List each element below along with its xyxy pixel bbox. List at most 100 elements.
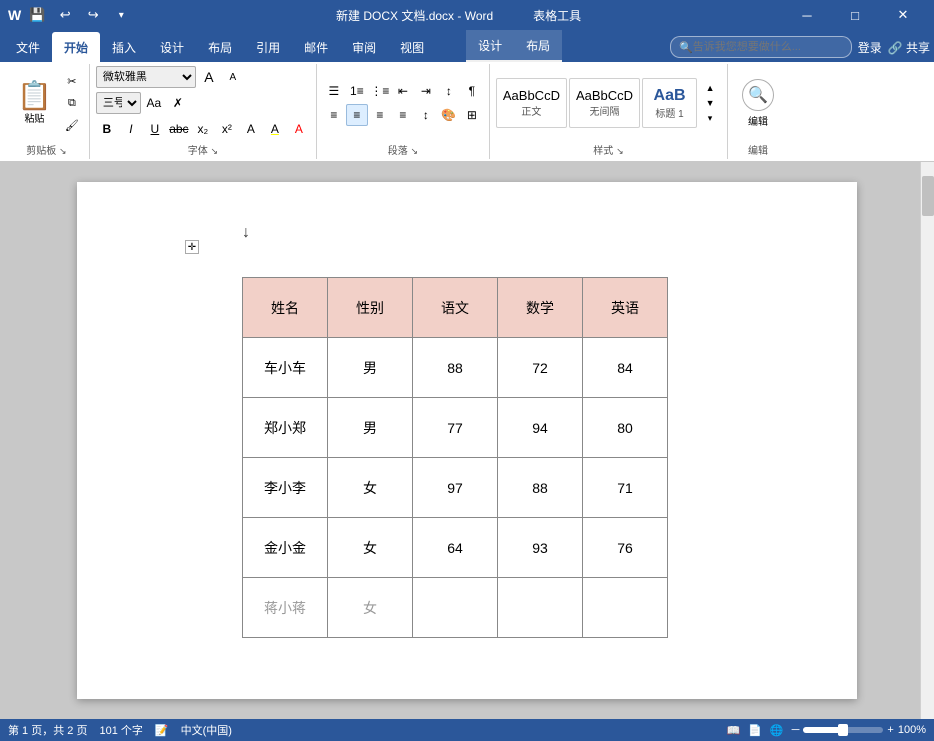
tab-home[interactable]: 开始 [52,32,100,62]
multilevel-btn[interactable]: ⋮≡ [369,80,391,102]
tab-file[interactable]: 文件 [4,32,52,62]
show-marks-btn[interactable]: ¶ [461,80,483,102]
cell-math-5[interactable] [498,578,583,638]
search-group: 🔍 编辑 [742,79,774,128]
text-effect-btn[interactable]: A [240,118,262,140]
cell-name-4[interactable]: 金小金 [243,518,328,578]
zoom-slider[interactable] [803,727,883,733]
redo-quick-btn[interactable]: ↪ [81,3,105,27]
borders-btn[interactable]: ⊞ [461,104,483,126]
subscript-button[interactable]: x₂ [192,118,214,140]
justify-btn[interactable]: ≡ [392,104,414,126]
title-bar-left: W 💾 ↩ ↪ ▾ [8,3,133,27]
table-move-handle[interactable]: ✛ [185,240,199,254]
style-heading1[interactable]: AaB 标题 1 [642,78,697,128]
copy-button[interactable]: ⧉ [61,93,83,113]
zoom-in-btn[interactable]: + [887,724,893,736]
table-header-row: 姓名 性别 语文 数学 英语 [243,278,668,338]
minimize-button[interactable]: ─ [784,0,830,30]
font-size-select[interactable]: 三号 [96,92,141,114]
numbering-btn[interactable]: 1≡ [346,80,368,102]
scrollbar-thumb[interactable] [922,176,934,216]
vertical-scrollbar[interactable] [920,162,934,719]
tab-table-layout[interactable]: 布局 [514,30,562,60]
cell-chinese-1[interactable]: 88 [413,338,498,398]
cell-gender-3[interactable]: 女 [328,458,413,518]
cell-math-3[interactable]: 88 [498,458,583,518]
tab-view[interactable]: 视图 [388,32,436,62]
strikethrough-button[interactable]: abc [168,118,190,140]
font-color-btn[interactable]: A [288,118,310,140]
cell-math-1[interactable]: 72 [498,338,583,398]
cell-gender-4[interactable]: 女 [328,518,413,578]
table-row: 蒋小蒋 女 [243,578,668,638]
save-quick-btn[interactable]: 💾 [25,3,49,27]
status-bar: 第 1 页，共 2 页 101 个字 📝 中文(中国) 📖 📄 🌐 ─ + 10… [0,719,934,741]
cell-gender-2[interactable]: 男 [328,398,413,458]
format-painter-button[interactable]: 🖌 [61,115,83,135]
styles-more-btn[interactable]: ▾ [699,111,721,126]
style-no-spacing[interactable]: AaBbCcD 无间隔 [569,78,640,128]
tab-references[interactable]: 引用 [244,32,292,62]
align-left-btn[interactable]: ≡ [323,104,345,126]
find-search-btn[interactable]: 🔍 [742,79,774,111]
cell-name-3[interactable]: 李小李 [243,458,328,518]
underline-button[interactable]: U [144,118,166,140]
share-btn[interactable]: 🔗 共享 [888,39,930,56]
cell-gender-5[interactable]: 女 [328,578,413,638]
cell-math-4[interactable]: 93 [498,518,583,578]
align-right-btn[interactable]: ≡ [369,104,391,126]
cell-english-1[interactable]: 84 [583,338,668,398]
maximize-button[interactable]: □ [832,0,878,30]
cell-name-2[interactable]: 郑小郑 [243,398,328,458]
cell-name-1[interactable]: 车小车 [243,338,328,398]
cell-english-5[interactable] [583,578,668,638]
highlight-btn[interactable]: A [264,118,286,140]
superscript-button[interactable]: x² [216,118,238,140]
font-size-decrease-btn[interactable]: A [198,66,220,88]
cell-chinese-5[interactable] [413,578,498,638]
sort-btn[interactable]: ↕ [438,80,460,102]
tab-insert[interactable]: 插入 [100,32,148,62]
paste-button[interactable]: 📋 粘贴 [10,79,59,128]
table-row: 车小车 男 88 72 84 [243,338,668,398]
clear-format-btn[interactable]: ✗ [167,92,189,114]
cell-english-3[interactable]: 71 [583,458,668,518]
tab-mailings[interactable]: 邮件 [292,32,340,62]
cell-chinese-3[interactable]: 97 [413,458,498,518]
styles-scroll-down-btn[interactable]: ▼ [699,96,721,111]
cell-name-5[interactable]: 蒋小蒋 [243,578,328,638]
customize-quick-btn[interactable]: ▾ [109,3,133,27]
cell-english-2[interactable]: 80 [583,398,668,458]
tab-table-design[interactable]: 设计 [466,30,514,60]
cell-english-4[interactable]: 76 [583,518,668,578]
styles-scroll-up-btn[interactable]: ▲ [699,81,721,96]
shading-btn[interactable]: 🎨 [438,104,460,126]
search-input[interactable] [693,41,843,53]
cut-button[interactable]: ✂ [61,71,83,91]
undo-quick-btn[interactable]: ↩ [53,3,77,27]
zoom-out-btn[interactable]: ─ [792,724,800,736]
language: 中文(中国) [181,722,232,738]
font-size-increase-btn[interactable]: A [222,66,244,88]
decrease-indent-btn[interactable]: ⇤ [392,80,414,102]
cell-chinese-2[interactable]: 77 [413,398,498,458]
font-family-select[interactable]: 微软雅黑 [96,66,196,88]
cell-chinese-4[interactable]: 64 [413,518,498,578]
grow-font-btn[interactable]: Aa [143,92,165,114]
style-normal[interactable]: AaBbCcD 正文 [496,78,567,128]
italic-button[interactable]: I [120,118,142,140]
tab-design[interactable]: 设计 [148,32,196,62]
line-spacing-btn[interactable]: ↕ [415,104,437,126]
cell-gender-1[interactable]: 男 [328,338,413,398]
login-btn[interactable]: 登录 [858,39,882,56]
increase-indent-btn[interactable]: ⇥ [415,80,437,102]
align-center-btn[interactable]: ≡ [346,104,368,126]
bullets-btn[interactable]: ☰ [323,80,345,102]
zoom-thumb[interactable] [838,724,848,736]
bold-button[interactable]: B [96,118,118,140]
tab-review[interactable]: 审阅 [340,32,388,62]
tab-layout[interactable]: 布局 [196,32,244,62]
close-button[interactable]: ✕ [880,0,926,30]
cell-math-2[interactable]: 94 [498,398,583,458]
